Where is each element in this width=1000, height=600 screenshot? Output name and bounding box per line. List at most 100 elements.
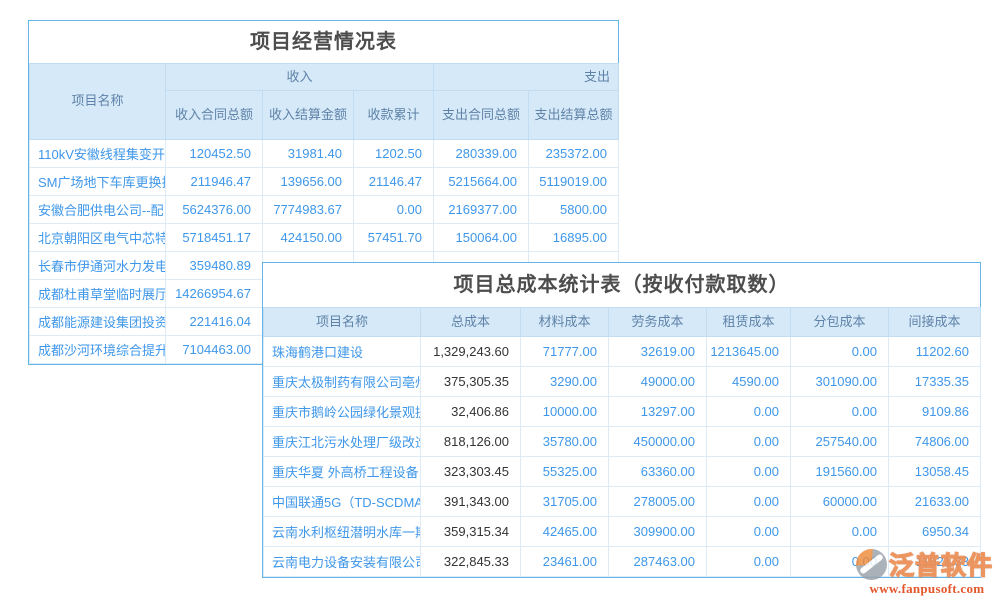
value-cell: 55325.00 [521, 457, 609, 487]
value-cell: 191560.00 [791, 457, 889, 487]
table-row[interactable]: 云南水利枢纽潜明水库一期359,315.3442465.00309900.000… [264, 517, 981, 547]
value-cell: 4590.00 [707, 367, 791, 397]
table-row[interactable]: SM广场地下车库更换排水211946.47139656.0021146.4752… [30, 168, 619, 196]
watermark-brand: 泛普软件 [889, 546, 993, 582]
column-header-total-cost: 总成本 [421, 308, 521, 337]
project-name-cell[interactable]: SM广场地下车库更换排水 [30, 168, 166, 196]
value-cell: 301090.00 [791, 367, 889, 397]
column-header-labor-cost: 劳务成本 [609, 308, 707, 337]
value-cell: 0.00 [354, 196, 434, 224]
value-cell: 16895.00 [529, 224, 619, 252]
value-cell: 0.00 [707, 517, 791, 547]
column-header-subcontract-cost: 分包成本 [791, 308, 889, 337]
value-cell: 5800.00 [529, 196, 619, 224]
value-cell: 5718451.17 [166, 224, 263, 252]
value-cell: 71777.00 [521, 337, 609, 367]
total-cost-cell: 1,329,243.60 [421, 337, 521, 367]
table1-title: 项目经营情况表 [29, 21, 618, 63]
value-cell: 0.00 [707, 457, 791, 487]
column-header-expense-contract-total: 支出合同总额 [434, 91, 529, 140]
project-name-cell[interactable]: 云南电力设备安装有限公司 [264, 547, 421, 577]
project-name-cell[interactable]: 110kV安徽线程集变开闭 [30, 140, 166, 168]
project-name-cell[interactable]: 重庆太极制药有限公司亳州 [264, 367, 421, 397]
value-cell: 2169377.00 [434, 196, 529, 224]
value-cell: 280339.00 [434, 140, 529, 168]
group-header-expense: 支出 [434, 64, 619, 91]
project-name-cell[interactable]: 长春市伊通河水力发电 [30, 252, 166, 280]
value-cell: 0.00 [791, 337, 889, 367]
value-cell: 1213645.00 [707, 337, 791, 367]
value-cell: 235372.00 [529, 140, 619, 168]
project-name-cell[interactable]: 中国联通5G（TD-SCDMA） [264, 487, 421, 517]
table-row[interactable]: 重庆江北污水处理厂级改造818,126.0035780.00450000.000… [264, 427, 981, 457]
project-name-cell[interactable]: 安徽合肥供电公司--配电工程 [30, 196, 166, 224]
column-header-income-settlement: 收入结算金额 [263, 91, 354, 140]
value-cell: 74806.00 [889, 427, 981, 457]
total-cost-cell: 375,305.35 [421, 367, 521, 397]
project-name-cell[interactable]: 重庆华夏 外高桥工程设备 [264, 457, 421, 487]
table-row[interactable]: 珠海鹤港口建设1,329,243.6071777.0032619.0012136… [264, 337, 981, 367]
table-row[interactable]: 110kV安徽线程集变开闭120452.5031981.401202.50280… [30, 140, 619, 168]
total-cost-cell: 391,343.00 [421, 487, 521, 517]
column-header-project-name: 项目名称 [30, 64, 166, 140]
value-cell: 7104463.00 [166, 336, 263, 364]
value-cell: 424150.00 [263, 224, 354, 252]
table-row[interactable]: 安徽合肥供电公司--配电工程5624376.007774983.670.0021… [30, 196, 619, 224]
project-name-cell[interactable]: 成都沙河环境综合提升 [30, 336, 166, 364]
table-row[interactable]: 重庆华夏 外高桥工程设备323,303.4555325.0063360.000.… [264, 457, 981, 487]
column-header-indirect-cost: 间接成本 [889, 308, 981, 337]
value-cell: 63360.00 [609, 457, 707, 487]
table-row[interactable]: 北京朝阳区电气中芯特种5718451.17424150.0057451.7015… [30, 224, 619, 252]
project-name-cell[interactable]: 成都杜甫草堂临时展厅 [30, 280, 166, 308]
value-cell: 0.00 [707, 487, 791, 517]
value-cell: 13297.00 [609, 397, 707, 427]
value-cell: 31705.00 [521, 487, 609, 517]
project-cost-statistics-panel: 项目总成本统计表（按收付款取数） 项目名称 总成本 材料成本 劳务成本 租赁成本… [262, 262, 981, 578]
value-cell: 17335.35 [889, 367, 981, 397]
total-cost-cell: 359,315.34 [421, 517, 521, 547]
value-cell: 9109.86 [889, 397, 981, 427]
value-cell: 21146.47 [354, 168, 434, 196]
value-cell: 120452.50 [166, 140, 263, 168]
fanpu-logo-icon [856, 549, 887, 580]
column-header-expense-settlement-total: 支出结算总额 [529, 91, 619, 140]
watermark: 泛普软件 www.fanpusoft.com [856, 546, 998, 597]
column-header-rental-cost: 租赁成本 [707, 308, 791, 337]
value-cell: 0.00 [707, 397, 791, 427]
group-header-income: 收入 [166, 64, 434, 91]
value-cell: 42465.00 [521, 517, 609, 547]
value-cell: 49000.00 [609, 367, 707, 397]
value-cell: 21633.00 [889, 487, 981, 517]
value-cell: 35780.00 [521, 427, 609, 457]
table-row[interactable]: 重庆市鹅岭公园绿化景观提升32,406.8610000.0013297.000.… [264, 397, 981, 427]
value-cell: 211946.47 [166, 168, 263, 196]
value-cell: 0.00 [791, 517, 889, 547]
value-cell: 7774983.67 [263, 196, 354, 224]
column-header-material-cost: 材料成本 [521, 308, 609, 337]
column-header-receipts-cumulative: 收款累计 [354, 91, 434, 140]
value-cell: 31981.40 [263, 140, 354, 168]
value-cell: 5119019.00 [529, 168, 619, 196]
project-name-cell[interactable]: 成都能源建设集团投资 [30, 308, 166, 336]
table-row[interactable]: 重庆太极制药有限公司亳州375,305.353290.0049000.00459… [264, 367, 981, 397]
project-name-cell[interactable]: 云南水利枢纽潜明水库一期 [264, 517, 421, 547]
value-cell: 221416.04 [166, 308, 263, 336]
value-cell: 450000.00 [609, 427, 707, 457]
value-cell: 23461.00 [521, 547, 609, 577]
value-cell: 5215664.00 [434, 168, 529, 196]
total-cost-cell: 32,406.86 [421, 397, 521, 427]
table-row[interactable]: 中国联通5G（TD-SCDMA）391,343.0031705.00278005… [264, 487, 981, 517]
project-name-cell[interactable]: 重庆江北污水处理厂级改造 [264, 427, 421, 457]
value-cell: 3290.00 [521, 367, 609, 397]
project-name-cell[interactable]: 珠海鹤港口建设 [264, 337, 421, 367]
value-cell: 11202.60 [889, 337, 981, 367]
value-cell: 13058.45 [889, 457, 981, 487]
value-cell: 32619.00 [609, 337, 707, 367]
total-cost-cell: 323,303.45 [421, 457, 521, 487]
value-cell: 10000.00 [521, 397, 609, 427]
value-cell: 0.00 [791, 397, 889, 427]
value-cell: 257540.00 [791, 427, 889, 457]
column-header-income-contract-total: 收入合同总额 [166, 91, 263, 140]
project-name-cell[interactable]: 北京朝阳区电气中芯特种 [30, 224, 166, 252]
project-name-cell[interactable]: 重庆市鹅岭公园绿化景观提升 [264, 397, 421, 427]
